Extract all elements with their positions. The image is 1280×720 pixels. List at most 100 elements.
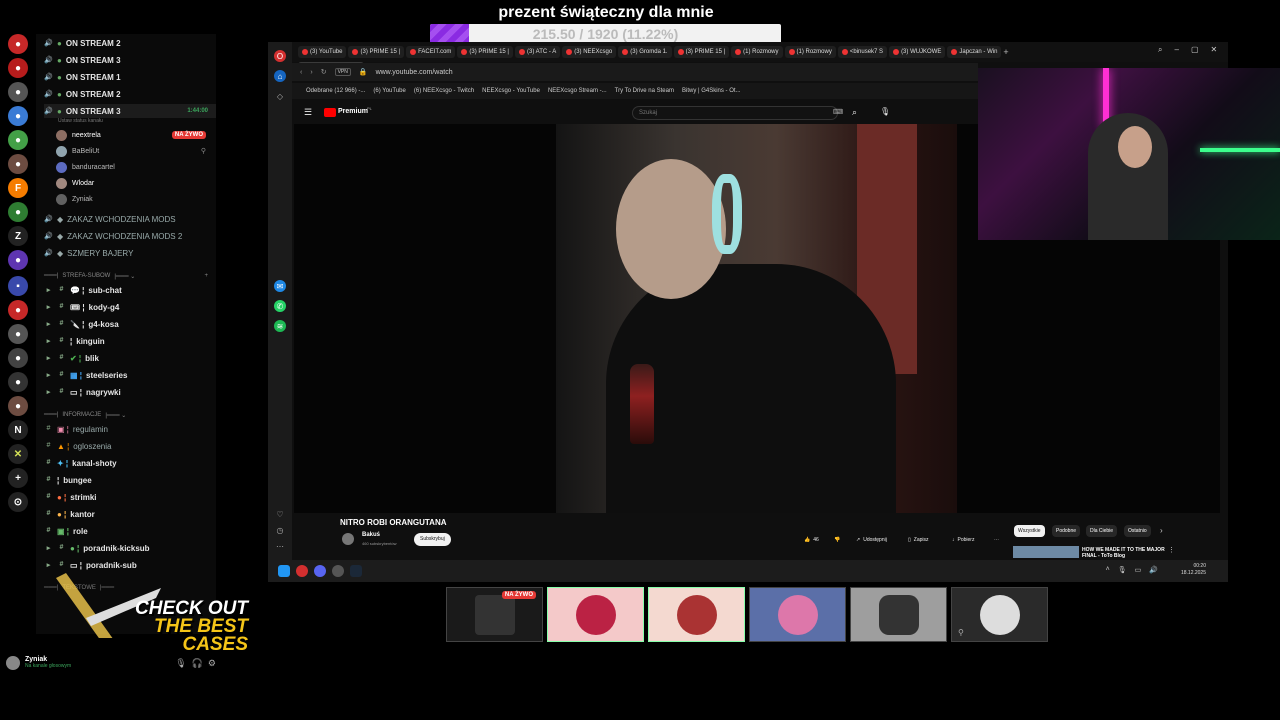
voice-channel[interactable]: 🔊 ◆ ZAKAZ WCHODZENIA MODS 2: [44, 229, 216, 243]
forward-icon[interactable]: ›: [310, 69, 312, 76]
search-icon[interactable]: ⌕: [1158, 45, 1162, 55]
server-icon[interactable]: ●: [8, 396, 28, 416]
category-header[interactable]: ═══| STREFA-SUBOW |═══ ⌄ +: [44, 269, 216, 283]
bookmark-item[interactable]: NEEXcsgo Stream -...: [548, 88, 607, 94]
text-channel[interactable]: # ▣ ¦ regulamin: [44, 422, 216, 436]
url-field[interactable]: www.youtube.com/watch: [376, 69, 453, 76]
avatar[interactable]: [6, 656, 20, 670]
voice-user[interactable]: Wlodar: [56, 176, 94, 190]
close-icon[interactable]: ✕: [1211, 45, 1218, 55]
bookmark-item[interactable]: Bitwy | G4Skins - Ot...: [682, 88, 741, 94]
save-button[interactable]: ▯ Zapisz: [908, 534, 929, 546]
channel-avatar[interactable]: [342, 533, 354, 545]
headphones-icon[interactable]: 🎧: [192, 658, 203, 669]
participant-tile[interactable]: [648, 587, 745, 642]
reload-icon[interactable]: ↻: [321, 68, 327, 76]
search-icon[interactable]: ⌕: [852, 107, 857, 118]
taskbar-clock[interactable]: 00:20 18.12.2025: [1181, 563, 1206, 577]
chip-related[interactable]: Podobne: [1052, 525, 1081, 537]
participant-tile[interactable]: [850, 587, 947, 642]
text-channel[interactable]: ▸ # ▭ ¦ nagrywki: [44, 385, 216, 399]
home-icon[interactable]: ⌂: [274, 70, 286, 82]
browser-tab[interactable]: (3) Gromda 1.: [618, 46, 672, 58]
text-channel[interactable]: # ▣ ¦ role: [44, 524, 216, 538]
obs-icon[interactable]: [332, 565, 344, 577]
windows-start-icon[interactable]: [278, 565, 290, 577]
microphone-icon[interactable]: 🎙: [1118, 566, 1127, 574]
history-icon[interactable]: ◷: [274, 524, 286, 536]
browser-tab[interactable]: (3) ATC - A: [514, 46, 561, 58]
text-channel[interactable]: ▸ # ✔ ¦ blik: [44, 351, 216, 365]
browser-tab[interactable]: (3) WUJKOWE: [889, 46, 946, 58]
server-icon[interactable]: ●: [8, 106, 28, 126]
browser-tab[interactable]: (1) Rozmowy: [784, 46, 836, 58]
server-icon[interactable]: ▪: [8, 276, 28, 296]
messenger-icon[interactable]: ✉: [274, 280, 286, 292]
chip-all[interactable]: Wszystkie: [1014, 525, 1045, 537]
bookmark-item[interactable]: Try To Drive na Steam: [615, 88, 674, 94]
chevron-up-icon[interactable]: ˄: [1106, 566, 1110, 574]
subscribe-button[interactable]: Subskrybuj: [414, 533, 451, 546]
server-icon[interactable]: ●: [8, 58, 28, 78]
voice-channel-active[interactable]: 🔊 ● ON STREAM 3 1:44:00: [44, 104, 216, 118]
voice-user[interactable]: Zyniak: [56, 192, 93, 206]
like-button[interactable]: 👍 46: [804, 534, 819, 546]
browser-tab[interactable]: (3) NEEXcsgo: [562, 46, 617, 58]
server-icon[interactable]: ●: [8, 202, 28, 222]
text-channel[interactable]: # ✦ ¦ kanal-shoty: [44, 456, 216, 470]
text-channel[interactable]: # ● ¦ kantor: [44, 507, 216, 521]
chevron-right-icon[interactable]: ›: [1160, 526, 1163, 535]
search-input[interactable]: Szukaj: [632, 106, 838, 120]
voice-channel[interactable]: 🔊 ◆ ZAKAZ WCHODZENIA MODS: [44, 212, 216, 226]
minimize-icon[interactable]: –: [1174, 45, 1178, 55]
text-channel[interactable]: # ▲ ¦ ogloszenia: [44, 439, 216, 453]
chip-for-you[interactable]: Dla Ciebie: [1086, 525, 1118, 537]
voice-channel[interactable]: 🔊 ● ON STREAM 2: [44, 36, 216, 50]
server-icon[interactable]: ●: [8, 130, 28, 150]
voice-channel[interactable]: 🔊 ● ON STREAM 2: [44, 87, 216, 101]
whatsapp-icon[interactable]: ✆: [274, 300, 286, 312]
server-icon[interactable]: ●: [8, 82, 28, 102]
more-actions-button[interactable]: ⋯: [994, 534, 999, 546]
network-icon[interactable]: ▭: [1135, 566, 1142, 574]
diamond-icon[interactable]: ◇: [274, 90, 286, 102]
browser-tab[interactable]: FACEIT.com: [406, 46, 456, 58]
maximize-icon[interactable]: ▢: [1191, 45, 1199, 55]
spotify-icon[interactable]: ≋: [274, 320, 286, 332]
participant-tile[interactable]: [749, 587, 846, 642]
voice-channel[interactable]: 🔊 ● ON STREAM 1: [44, 70, 216, 84]
server-icon[interactable]: ✕: [8, 444, 28, 464]
add-channel-icon[interactable]: +: [204, 273, 208, 279]
steam-icon[interactable]: [350, 565, 362, 577]
participant-tile[interactable]: NA ŻYWO: [446, 587, 543, 642]
bookmark-item[interactable]: NEEXcsgo - YouTube: [482, 88, 540, 94]
back-icon[interactable]: ‹: [300, 69, 302, 76]
more-icon[interactable]: ⋯: [274, 540, 286, 552]
text-channel[interactable]: ▸ # 🎟 ¦ kody-g4: [44, 300, 216, 314]
browser-tab[interactable]: (3) PRIME 15 |: [348, 46, 405, 58]
voice-user[interactable]: BaBeliUt ⚲: [56, 144, 206, 158]
browser-tab[interactable]: (3) YouTube: [298, 46, 347, 58]
voice-user[interactable]: neextrela NA ŻYWO: [56, 128, 206, 142]
browser-tab[interactable]: Japczan - Win: [947, 46, 1002, 58]
chip-recent[interactable]: Ostatnio: [1124, 525, 1151, 537]
server-icon[interactable]: Z: [8, 226, 28, 246]
discord-icon[interactable]: [314, 565, 326, 577]
server-icon[interactable]: ●: [8, 154, 28, 174]
explore-icon[interactable]: ⊙: [8, 492, 28, 512]
channel-name[interactable]: Bakuś: [362, 532, 380, 538]
server-icon[interactable]: ●: [8, 250, 28, 270]
recommended-thumbnail[interactable]: [1013, 546, 1079, 558]
text-channel[interactable]: ▸ # ▦ ¦ steelseries: [44, 368, 216, 382]
server-icon[interactable]: ●: [8, 348, 28, 368]
share-button[interactable]: ↗ Udostępnij: [856, 534, 887, 546]
server-icon[interactable]: ●: [8, 300, 28, 320]
more-icon[interactable]: ⋮: [1168, 546, 1175, 554]
heart-icon[interactable]: ♡: [274, 508, 286, 520]
add-server-icon[interactable]: +: [8, 468, 28, 488]
browser-tab[interactable]: (1) Rozmowy: [731, 46, 783, 58]
text-channel[interactable]: ▸ # 🔪 ¦ g4-kosa: [44, 317, 216, 331]
gear-icon[interactable]: ⚙: [208, 658, 216, 669]
keyboard-icon[interactable]: ⌨: [833, 108, 843, 116]
bookmark-item[interactable]: Odebrane (12 966) -...: [306, 88, 365, 94]
